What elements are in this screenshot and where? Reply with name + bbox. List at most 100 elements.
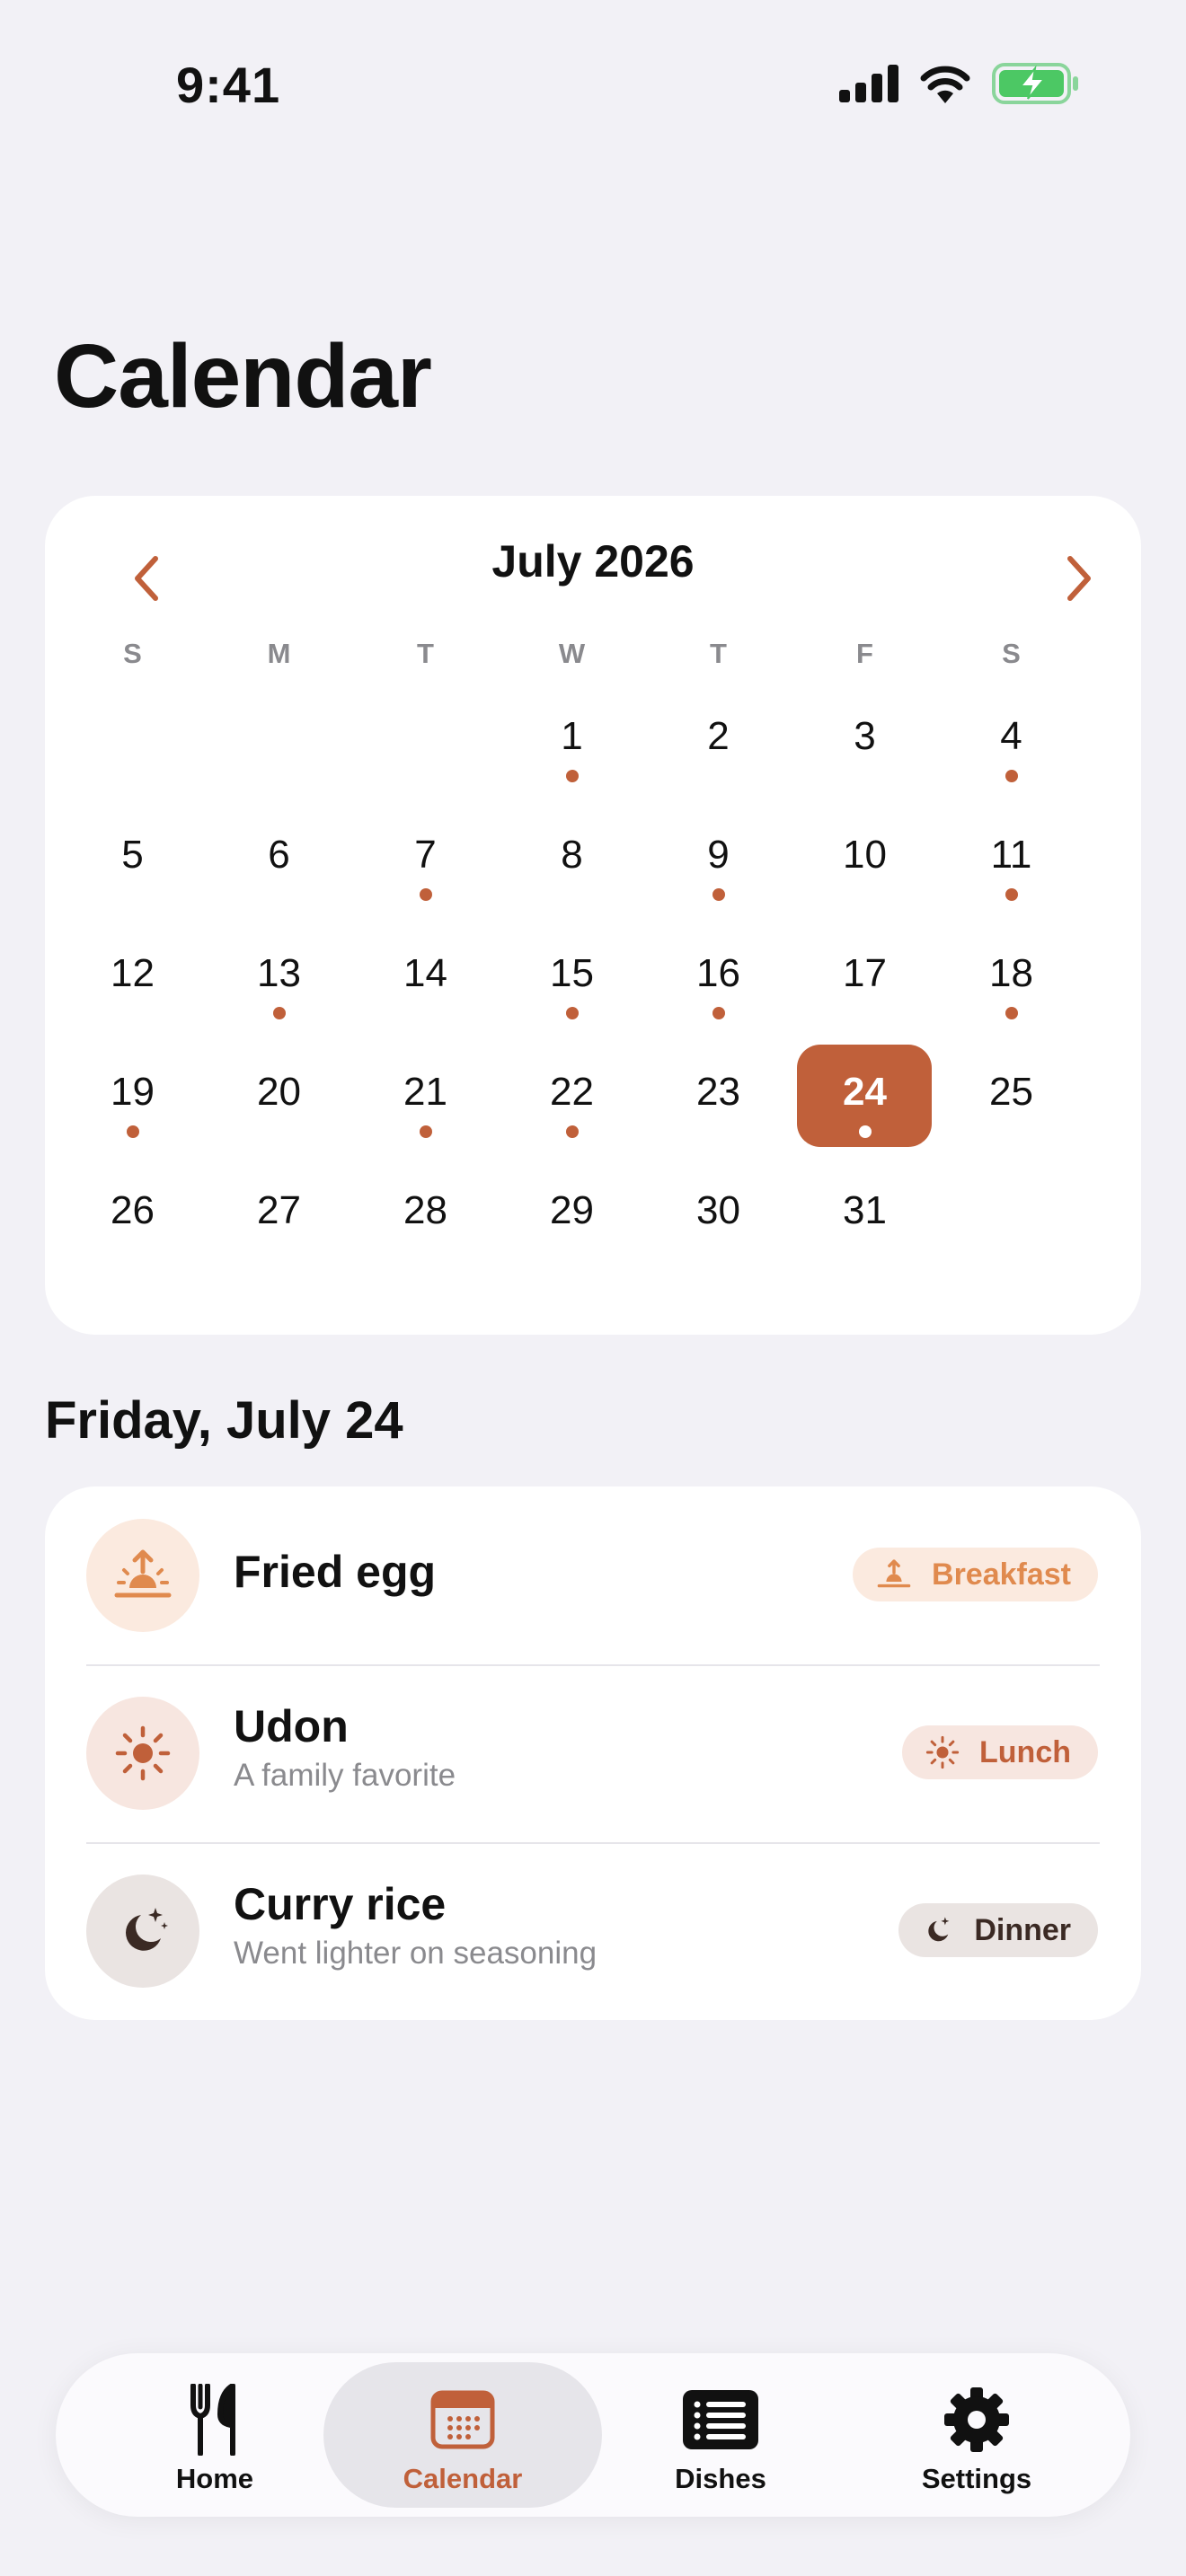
weekday-label: T xyxy=(417,638,434,669)
calendar-day[interactable]: 9 xyxy=(645,825,792,944)
tab-label: Settings xyxy=(921,2463,1032,2494)
weekday-label: S xyxy=(1002,638,1021,669)
tab-label: Dishes xyxy=(675,2463,766,2494)
status-bar: 9:41 xyxy=(0,0,1186,171)
calendar-day-number: 3 xyxy=(854,714,876,758)
calendar-day[interactable]: 19 xyxy=(59,1063,206,1181)
calendar-day[interactable]: 29 xyxy=(499,1181,645,1300)
calendar-day[interactable]: 8 xyxy=(499,825,645,944)
calendar-day[interactable]: 1 xyxy=(499,707,645,825)
meal-row-lunch[interactable]: Udon A family favorite Lunch xyxy=(45,1664,1141,1842)
calendar-day[interactable]: 4 xyxy=(938,707,1084,825)
selected-date-heading: Friday, July 24 xyxy=(45,1391,403,1450)
calendar-day-number: 20 xyxy=(257,1070,301,1114)
tab-bar: Home Calendar Dishes Settings xyxy=(56,2353,1130,2517)
calendar-card: July 2026 S M T W T F S 1 2 3 4 5 6 7 8 9 10 11 12 1… xyxy=(45,496,1141,1335)
tab-settings[interactable]: Settings xyxy=(837,2362,1116,2508)
calendar-day-number: 2 xyxy=(707,714,730,758)
sun-icon xyxy=(115,1725,171,1781)
calendar-day[interactable]: 18 xyxy=(938,944,1084,1063)
tab-label: Home xyxy=(175,2463,254,2494)
calendar-day-number: 23 xyxy=(696,1070,740,1114)
page-title: Calendar xyxy=(54,326,432,427)
calendar-day[interactable]: 14 xyxy=(352,944,499,1063)
sunrise-icon xyxy=(114,1549,172,1598)
tab-label: Calendar xyxy=(403,2463,523,2494)
next-month-button[interactable] xyxy=(1048,543,1111,614)
meal-logged-dot xyxy=(565,770,579,782)
calendar-day-selected[interactable]: 24 xyxy=(792,1045,938,1181)
calendar-day-number: 9 xyxy=(707,833,730,877)
calendar-day[interactable]: 7 xyxy=(352,825,499,944)
meal-icon-circle xyxy=(86,1519,199,1632)
calendar-day[interactable]: 22 xyxy=(499,1063,645,1181)
list-icon xyxy=(683,2384,758,2456)
weekday-label: F xyxy=(856,638,873,669)
calendar-day-empty xyxy=(352,707,499,825)
calendar-day[interactable]: 30 xyxy=(645,1181,792,1300)
weekday-label: T xyxy=(710,638,727,669)
calendar-day[interactable]: 25 xyxy=(938,1063,1084,1181)
calendar-day[interactable]: 27 xyxy=(206,1181,352,1300)
meal-logged-dot xyxy=(1005,770,1018,782)
calendar-day[interactable]: 3 xyxy=(792,707,938,825)
calendar-day-number: 8 xyxy=(561,833,583,877)
tab-dishes[interactable]: Dishes xyxy=(581,2362,860,2508)
calendar-day-number: 27 xyxy=(257,1188,301,1232)
calendar-day-number: 10 xyxy=(843,833,887,877)
calendar-day-number: 29 xyxy=(550,1188,594,1232)
calendar-day[interactable]: 12 xyxy=(59,944,206,1063)
weekday-label: M xyxy=(267,638,291,669)
calendar-day-number: 19 xyxy=(111,1070,155,1114)
meal-badge-dinner: Dinner xyxy=(898,1903,1098,1957)
moon-stars-icon xyxy=(928,1917,950,1942)
calendar-day[interactable]: 11 xyxy=(938,825,1084,944)
calendar-icon xyxy=(430,2384,495,2456)
meal-logged-dot xyxy=(565,1007,579,1019)
status-icons xyxy=(839,63,1080,104)
meal-logged-dot xyxy=(1005,1007,1018,1019)
meal-icon-circle xyxy=(86,1875,199,1988)
meal-logged-dot xyxy=(858,1125,872,1138)
calendar-day[interactable]: 13 xyxy=(206,944,352,1063)
cellular-signal-icon xyxy=(839,65,898,102)
meal-badge-label: Breakfast xyxy=(932,1557,1071,1592)
gear-icon xyxy=(943,2384,1010,2456)
calendar-day-number: 17 xyxy=(843,951,887,995)
calendar-day-number: 4 xyxy=(1000,714,1022,758)
calendar-day[interactable]: 6 xyxy=(206,825,352,944)
calendar-day-number: 15 xyxy=(550,951,594,995)
calendar-day[interactable]: 2 xyxy=(645,707,792,825)
meals-list: Fried egg Breakfast Udon A family favori… xyxy=(45,1486,1141,2020)
calendar-day[interactable]: 20 xyxy=(206,1063,352,1181)
calendar-day[interactable]: 23 xyxy=(645,1063,792,1181)
calendar-day[interactable]: 21 xyxy=(352,1063,499,1181)
month-label: July 2026 xyxy=(491,536,695,587)
calendar-day-number: 26 xyxy=(111,1188,155,1232)
calendar-day[interactable]: 15 xyxy=(499,944,645,1063)
tab-calendar[interactable]: Calendar xyxy=(323,2362,602,2508)
meal-logged-dot xyxy=(565,1125,579,1138)
meal-logged-dot xyxy=(419,1125,432,1138)
calendar-header: July 2026 xyxy=(45,496,1141,640)
calendar-day[interactable]: 16 xyxy=(645,944,792,1063)
calendar-day[interactable]: 10 xyxy=(792,825,938,944)
chevron-right-icon xyxy=(1067,556,1091,601)
calendar-day[interactable]: 31 xyxy=(792,1181,938,1300)
calendar-day[interactable]: 26 xyxy=(59,1181,206,1300)
status-time: 9:41 xyxy=(176,57,281,113)
calendar-day-number: 24 xyxy=(843,1070,887,1114)
sun-icon xyxy=(925,1735,960,1769)
meal-row-dinner[interactable]: Curry rice Went lighter on seasoning Din… xyxy=(45,1842,1141,2020)
fork-knife-icon xyxy=(190,2384,240,2456)
meal-badge-lunch: Lunch xyxy=(902,1725,1098,1779)
weekday-label: W xyxy=(558,638,586,669)
tab-home[interactable]: Home xyxy=(75,2362,354,2508)
calendar-day-number: 11 xyxy=(990,833,1032,877)
meal-row-breakfast[interactable]: Fried egg Breakfast xyxy=(45,1486,1141,1664)
calendar-day-number: 13 xyxy=(257,951,301,995)
calendar-day[interactable]: 28 xyxy=(352,1181,499,1300)
meal-logged-dot xyxy=(419,888,432,901)
battery-charging-icon xyxy=(992,63,1078,104)
calendar-day[interactable]: 5 xyxy=(59,825,206,944)
